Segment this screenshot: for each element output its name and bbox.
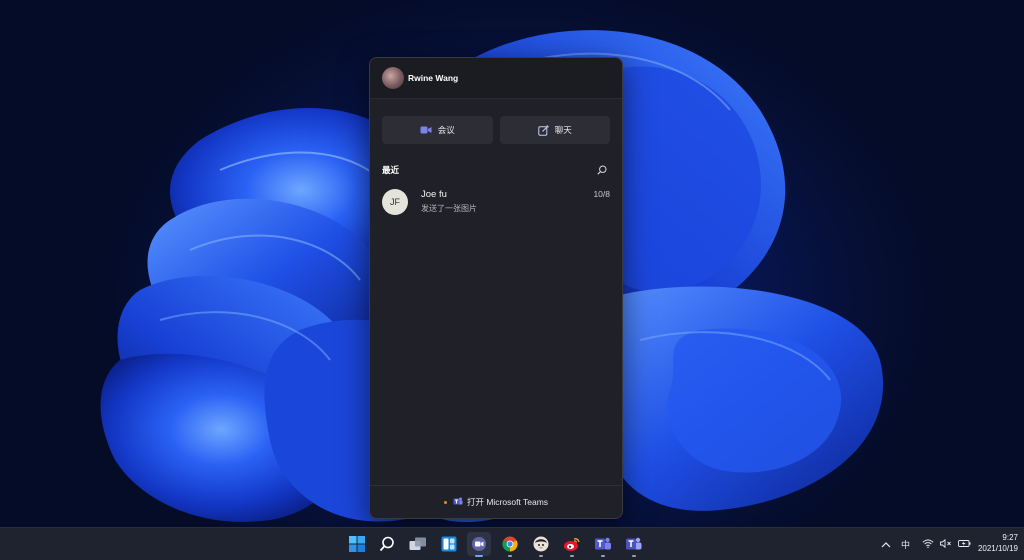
meet-button[interactable]: 会议 [382, 116, 493, 144]
input-method-indicator[interactable]: 中 [901, 538, 910, 551]
flyout-actions: 会议 聊天 [370, 99, 622, 144]
wifi-icon [922, 539, 934, 548]
meet-button-label: 会议 [437, 125, 455, 135]
avatar-app-button[interactable] [529, 532, 553, 557]
volume-button[interactable] [940, 535, 952, 553]
task-view-button[interactable] [406, 532, 430, 556]
video-camera-icon [420, 125, 432, 135]
chrome-button[interactable] [498, 532, 522, 557]
widgets-icon [441, 536, 457, 552]
flyout-header: Rwine Wang [370, 58, 622, 99]
chat-text: Joe fu 发送了一张图片 [421, 188, 593, 215]
weibo-button[interactable] [560, 532, 584, 557]
teams-logo-icon [453, 493, 463, 511]
teams-chat-icon [472, 537, 486, 551]
teams-chat-flyout: Rwine Wang 会议 聊天 最近 JF Joe fu 发送了一张图片 10… [369, 57, 623, 519]
status-dot [443, 500, 447, 504]
chat-button[interactable]: 聊天 [499, 116, 610, 144]
recent-title: 最近 [382, 165, 400, 175]
clock-date: 2021/10/19 [977, 544, 1018, 553]
running-indicator [508, 555, 512, 557]
active-indicator [475, 555, 483, 557]
show-hidden-icons-button[interactable] [881, 535, 891, 553]
compose-icon [538, 124, 549, 136]
system-tray: 中 [881, 528, 971, 560]
open-teams-label: 打开 Microsoft Teams [466, 497, 549, 507]
volume-muted-icon [940, 538, 951, 549]
message-preview: 发送了一张图片 [421, 204, 477, 213]
running-indicator [632, 555, 636, 557]
wifi-button[interactable] [922, 535, 934, 553]
battery-charging-icon [958, 540, 971, 547]
clock[interactable]: 9:27 2021/10/19 [978, 532, 1018, 554]
clock-time: 9:27 [1002, 533, 1018, 542]
running-indicator [601, 555, 605, 557]
recent-section-header: 最近 [370, 162, 622, 178]
search-icon [597, 165, 607, 175]
start-icon [349, 536, 365, 552]
contact-name: Joe fu [421, 189, 447, 200]
message-date: 10/8 [593, 189, 610, 199]
taskbar: 中 9:27 2021/10/19 [0, 527, 1024, 560]
list-item[interactable]: JF Joe fu 发送了一张图片 10/8 [370, 188, 622, 222]
teams-classic-icon [626, 537, 642, 550]
search-icon [379, 536, 394, 552]
widgets-button[interactable] [437, 532, 461, 556]
user-name: Rwine Wang [408, 73, 459, 83]
chevron-up-icon [881, 542, 891, 548]
contact-avatar: JF [382, 189, 408, 215]
chat-button-label: 聊天 [554, 125, 572, 135]
open-teams-link[interactable]: 打开 Microsoft Teams [370, 485, 622, 518]
taskbar-search-button[interactable] [375, 532, 399, 556]
task-view-icon [409, 537, 426, 550]
teams-icon [595, 537, 611, 550]
user-avatar[interactable] [382, 67, 404, 89]
battery-button[interactable] [958, 535, 971, 553]
running-indicator [539, 555, 543, 557]
teams-chat-button[interactable] [467, 532, 491, 557]
teams-classic-button[interactable] [622, 532, 646, 557]
avatar-app-icon [533, 536, 549, 552]
start-button[interactable] [345, 532, 369, 556]
teams-button[interactable] [591, 532, 615, 557]
running-indicator [570, 555, 574, 557]
weibo-icon [564, 538, 580, 551]
search-button[interactable] [594, 162, 610, 178]
chrome-icon [502, 536, 518, 552]
